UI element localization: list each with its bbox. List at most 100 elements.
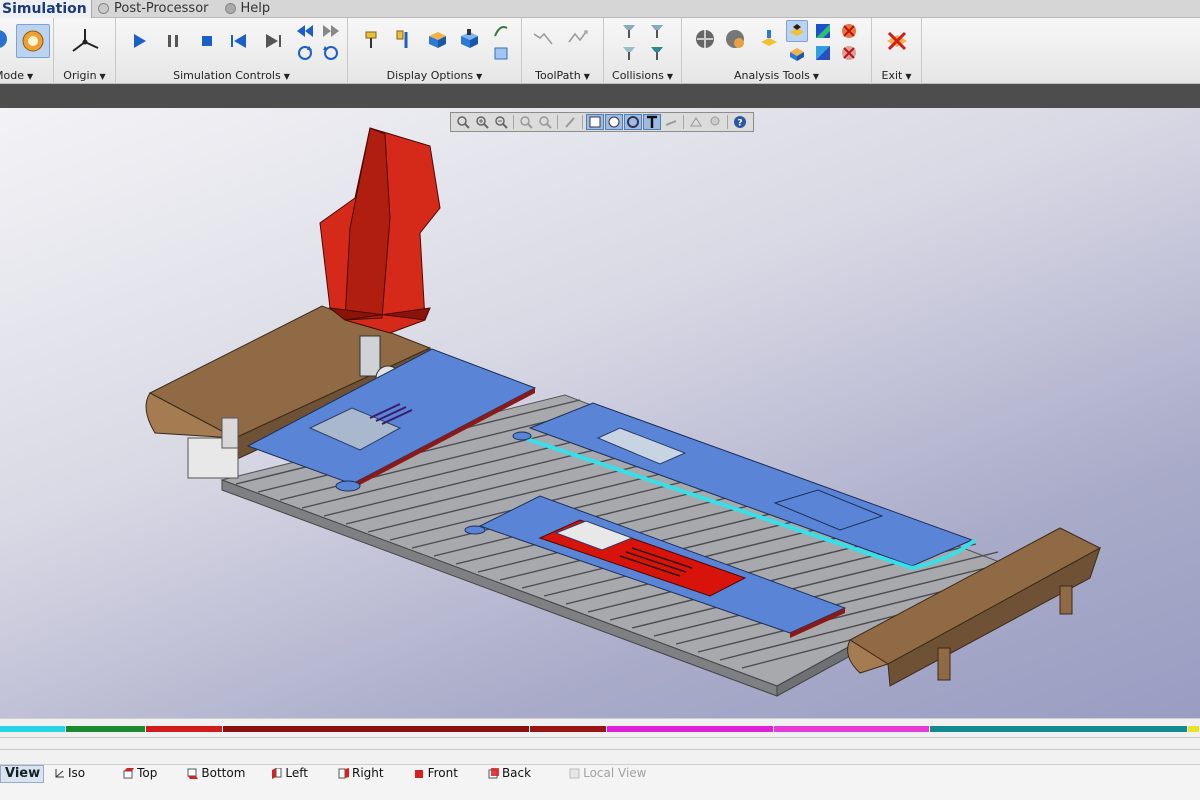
group-origin: Origin ▼ xyxy=(54,18,116,84)
iso-axis-icon xyxy=(55,768,64,777)
zoom-previous-button[interactable] xyxy=(536,114,554,130)
analysis-selected-button[interactable] xyxy=(786,20,808,42)
red-fixture xyxy=(319,127,441,334)
collision-check-3-button[interactable] xyxy=(618,42,640,64)
chevron-down-icon[interactable]: ▼ xyxy=(813,72,819,81)
chevron-down-icon[interactable]: ▼ xyxy=(284,72,290,81)
analysis-clear-button[interactable] xyxy=(838,42,860,64)
display-stock-button[interactable] xyxy=(426,28,448,50)
collision-check-2-button[interactable] xyxy=(646,20,668,42)
timeline-segment[interactable] xyxy=(66,726,147,732)
menu-post-processor[interactable]: Post-Processor xyxy=(92,0,219,18)
analysis-deviation-button[interactable] xyxy=(812,42,834,64)
text-toggle-button[interactable] xyxy=(643,114,661,130)
reset-button[interactable] xyxy=(320,42,342,64)
analysis-checker-button[interactable] xyxy=(694,28,716,50)
stop-icon xyxy=(202,36,212,46)
timeline-segment[interactable] xyxy=(1187,726,1200,732)
cutter-icon xyxy=(396,30,408,48)
pause-icon xyxy=(168,35,178,47)
operation-timeline[interactable] xyxy=(0,718,1200,764)
collision-check-4-button[interactable] xyxy=(646,42,668,64)
view-bottom-label: Bottom xyxy=(201,766,246,780)
rotate-button[interactable] xyxy=(687,114,705,130)
display-tool-button[interactable] xyxy=(362,28,384,50)
loop-icon xyxy=(298,46,312,60)
display-part-button[interactable] xyxy=(458,28,480,50)
mode-sphere-button[interactable] xyxy=(0,28,10,50)
pause-button[interactable] xyxy=(162,30,184,52)
toolpath-show-button[interactable] xyxy=(532,28,554,50)
chevron-down-icon[interactable]: ▼ xyxy=(27,72,33,81)
step-forward-button[interactable] xyxy=(320,20,342,42)
analysis-map-button[interactable] xyxy=(812,20,834,42)
menu-help[interactable]: Help xyxy=(219,0,281,18)
view-back-button[interactable]: Back xyxy=(484,765,535,781)
zoom-in-icon xyxy=(476,116,489,129)
play-button[interactable] xyxy=(128,30,150,52)
help-view-button[interactable]: ? xyxy=(731,114,749,130)
measure-button[interactable] xyxy=(662,114,680,130)
chevron-down-icon[interactable]: ▼ xyxy=(905,72,911,81)
display-box-button[interactable] xyxy=(490,42,512,64)
step-back-button[interactable] xyxy=(294,20,316,42)
zoom-previous-icon xyxy=(539,116,552,129)
display-cutter-button[interactable] xyxy=(394,28,416,50)
exit-button[interactable] xyxy=(880,24,914,58)
timeline-segment[interactable] xyxy=(929,726,1188,732)
toolpath-group-label: ToolPath xyxy=(535,69,581,82)
collision-fixture-icon xyxy=(651,47,663,60)
group-analysis-tools: Analysis Tools ▼ xyxy=(682,18,872,84)
view-left-button[interactable]: Left xyxy=(267,765,312,781)
collision-stock-icon xyxy=(623,47,635,60)
chevron-down-icon[interactable]: ▼ xyxy=(100,72,106,81)
view-local-button[interactable]: Local View xyxy=(565,765,650,781)
timeline-segment[interactable] xyxy=(0,726,66,732)
skip-end-button[interactable] xyxy=(262,30,284,52)
wireframe-view-button[interactable] xyxy=(605,114,623,130)
timeline-segment[interactable] xyxy=(146,726,224,732)
timeline-segments[interactable] xyxy=(0,726,1200,732)
simulation-viewport[interactable]: ? xyxy=(0,108,1200,718)
double-rewind-icon xyxy=(297,25,313,37)
group-exit: Exit ▼ xyxy=(872,18,922,84)
machine-scene xyxy=(145,127,1102,697)
timeline-segment[interactable] xyxy=(223,726,531,732)
stop-button[interactable] xyxy=(196,30,218,52)
analysis-compare-button[interactable] xyxy=(724,28,746,50)
loop-button[interactable] xyxy=(294,42,316,64)
shaded-view-button[interactable] xyxy=(586,114,604,130)
menu-tab-simulation[interactable]: Simulation xyxy=(0,0,92,18)
light-button[interactable] xyxy=(706,114,724,130)
timeline-segment[interactable] xyxy=(530,726,608,732)
origin-button[interactable] xyxy=(68,24,102,58)
hidden-line-button[interactable] xyxy=(624,114,642,130)
collision-check-1-button[interactable] xyxy=(618,20,640,42)
view-bottom-button[interactable]: Bottom xyxy=(183,765,249,781)
zoom-in-button[interactable] xyxy=(473,114,491,130)
view-front-button[interactable]: Front xyxy=(410,765,462,781)
view-right-button[interactable]: Right xyxy=(334,765,388,781)
display-path-button[interactable] xyxy=(490,20,512,42)
zoom-fit-button[interactable] xyxy=(454,114,472,130)
top-cube-icon xyxy=(123,767,135,778)
timeline-segment[interactable] xyxy=(607,726,774,732)
refresh-icon xyxy=(323,46,338,60)
rewind-start-button[interactable] xyxy=(228,30,250,52)
chevron-down-icon[interactable]: ▼ xyxy=(584,72,590,81)
chevron-down-icon[interactable]: ▼ xyxy=(667,72,673,81)
skip-end-icon xyxy=(266,34,281,48)
view-top-button[interactable]: Top xyxy=(119,765,161,781)
analysis-gouge-button[interactable] xyxy=(758,28,780,50)
analysis-stock-button[interactable] xyxy=(786,42,808,64)
mode-active-button[interactable] xyxy=(16,24,50,58)
zoom-window-button[interactable] xyxy=(517,114,535,130)
zoom-out-icon xyxy=(495,116,508,129)
view-iso-button[interactable]: Iso xyxy=(50,765,89,781)
chevron-down-icon[interactable]: ▼ xyxy=(476,72,482,81)
zoom-out-button[interactable] xyxy=(492,114,510,130)
timeline-segment[interactable] xyxy=(773,726,930,732)
toolpath-trace-button[interactable] xyxy=(566,28,588,50)
pan-button[interactable] xyxy=(561,114,579,130)
analysis-remove-button[interactable] xyxy=(838,20,860,42)
